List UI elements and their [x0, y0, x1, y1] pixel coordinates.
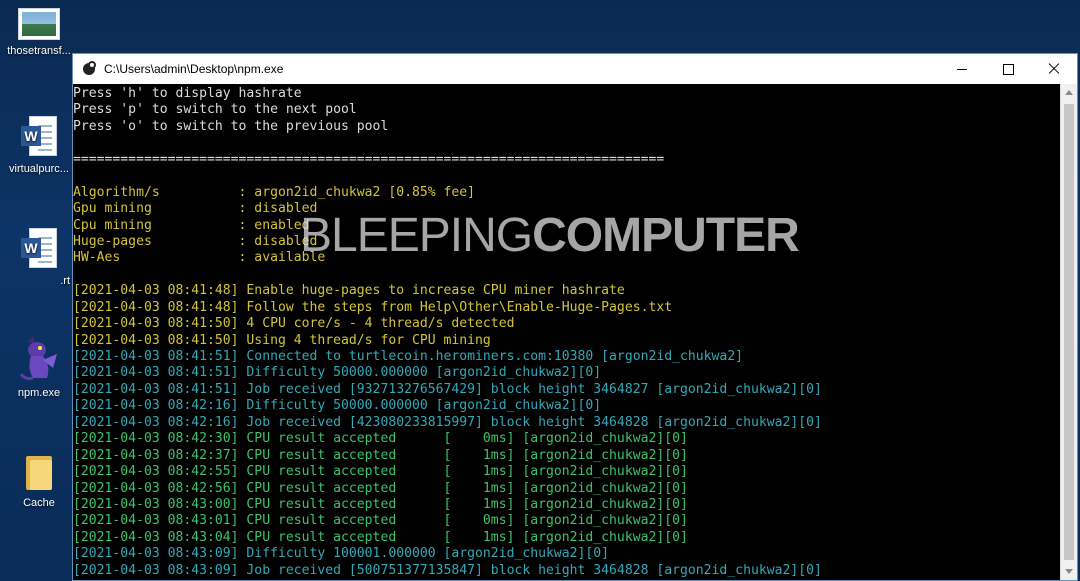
close-icon[interactable] — [1031, 54, 1077, 84]
console-line: [2021-04-03 08:41:48] Enable huge-pages … — [73, 283, 625, 299]
console-line: Cpu mining : enabled — [73, 217, 310, 233]
console-line: [2021-04-03 08:42:16] Job received [4230… — [73, 414, 822, 430]
image-file-icon — [18, 8, 60, 40]
console-line: [2021-04-03 08:42:16] Difficulty 50000.0… — [73, 398, 602, 414]
scroll-thumb[interactable] — [1064, 104, 1074, 560]
desktop-icon-word-2[interactable]: W .rt — [0, 228, 78, 288]
console-line: [2021-04-03 08:41:48] Follow the steps f… — [73, 299, 673, 315]
desktop-icon-label: thosetransf... — [7, 45, 71, 57]
word-document-icon: W — [21, 228, 57, 270]
console-line: [2021-04-03 08:41:51] Difficulty 50000.0… — [73, 365, 602, 381]
console-line: [2021-04-03 08:42:56] CPU result accepte… — [73, 480, 688, 496]
vertical-scrollbar[interactable] — [1060, 84, 1077, 580]
window-title: C:\Users\admin\Desktop\npm.exe — [104, 62, 284, 76]
word-document-icon: W — [21, 116, 57, 158]
scroll-up-icon[interactable] — [1061, 84, 1077, 101]
desktop-icon-npm-exe[interactable]: npm.exe — [0, 334, 78, 400]
folder-icon — [24, 452, 54, 492]
console-line: HW-Aes : available — [73, 250, 326, 266]
minimize-icon[interactable] — [939, 54, 985, 84]
desktop-icon-word-1[interactable]: W virtualpurc... — [0, 116, 78, 176]
scroll-down-icon[interactable] — [1061, 563, 1077, 580]
console-line: [2021-04-03 08:41:50] Using 4 thread/s f… — [73, 332, 491, 348]
dragon-exe-icon — [17, 334, 61, 382]
console-line: [2021-04-03 08:43:09] Job received [5007… — [73, 562, 822, 578]
console-line: [2021-04-03 08:43:00] CPU result accepte… — [73, 496, 688, 512]
console-line: [2021-04-03 08:43:09] Difficulty 100001.… — [73, 546, 610, 562]
maximize-icon[interactable] — [985, 54, 1031, 84]
desktop-icon-cache-folder[interactable]: Cache — [0, 452, 78, 510]
console-text: Press 'h' to display hashrate Press 'p' t… — [73, 84, 1060, 579]
console-line: [2021-04-03 08:42:37] CPU result accepte… — [73, 447, 688, 463]
app-icon — [82, 61, 98, 77]
desktop-icon-label: npm.exe — [17, 387, 61, 399]
console-line: [2021-04-03 08:43:01] CPU result accepte… — [73, 513, 688, 529]
console-line: [2021-04-03 08:41:51] Job received [9327… — [73, 381, 822, 397]
title-bar[interactable]: C:\Users\admin\Desktop\npm.exe — [73, 54, 1077, 84]
console-line: [2021-04-03 08:43:04] CPU result accepte… — [73, 529, 688, 545]
console-line: Press 'p' to switch to the next pool — [73, 102, 357, 118]
desktop-icon-label: .rt — [60, 275, 70, 287]
console-line: [2021-04-03 08:41:51] Connected to turtl… — [73, 349, 744, 364]
window-controls — [939, 54, 1077, 84]
console-line: [2021-04-03 08:42:55] CPU result accepte… — [73, 464, 688, 480]
console-line: Press 'h' to display hashrate — [73, 86, 302, 101]
console-output[interactable]: Press 'h' to display hashrate Press 'p' t… — [73, 84, 1060, 580]
console-line: Algorithm/s : argon2id_chukwa2 [0.85% fe… — [73, 184, 476, 200]
desktop-icon-label: Cache — [23, 497, 55, 509]
console-line: Press 'o' to switch to the previous pool — [73, 118, 389, 134]
console-line: Huge-pages : disabled — [73, 233, 318, 249]
console-window[interactable]: C:\Users\admin\Desktop\npm.exe Press 'h'… — [72, 53, 1078, 581]
console-line: ========================================… — [73, 151, 665, 167]
console-line: Gpu mining : disabled — [73, 201, 318, 217]
console-line: [2021-04-03 08:42:30] CPU result accepte… — [73, 431, 688, 447]
desktop-icon-label: virtualpurc... — [9, 163, 69, 175]
desktop-icon-image[interactable]: thosetransf... — [0, 8, 78, 58]
console-line: [2021-04-03 08:41:50] 4 CPU core/s - 4 t… — [73, 316, 515, 332]
